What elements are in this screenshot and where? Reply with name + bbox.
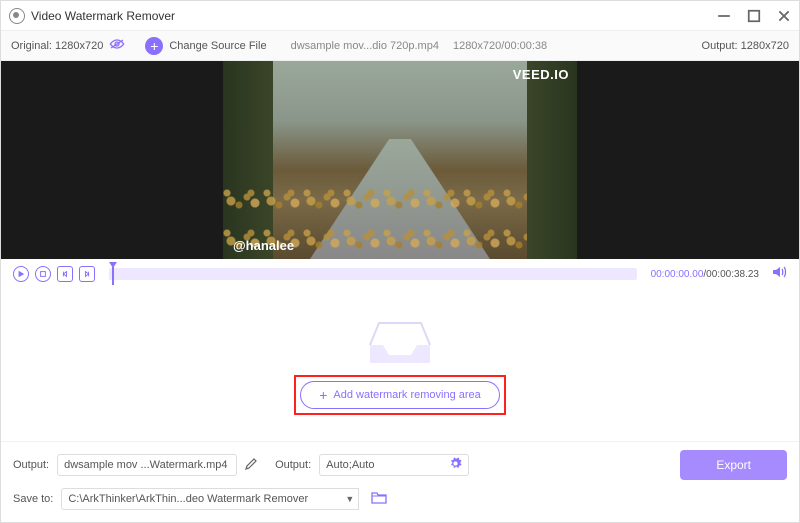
plus-icon: + <box>319 387 327 403</box>
player-controls: 00:00:00.00/00:00:38.23 <box>1 259 799 289</box>
bottom-bar: Output: dwsample mov ...Watermark.mp4 Ou… <box>1 441 799 522</box>
watermark-top: VEED.IO <box>513 67 569 82</box>
time-display: 00:00:00.00/00:00:38.23 <box>651 269 759 280</box>
mark-in-button[interactable] <box>57 266 73 282</box>
output-format-label: Output: <box>275 459 311 471</box>
timeline-scrubber[interactable] <box>109 268 637 280</box>
current-time: 00:00:00.00 <box>651 269 704 280</box>
output-format-field[interactable]: Auto;Auto <box>319 454 469 476</box>
stop-button[interactable] <box>35 266 51 282</box>
format-settings-icon[interactable] <box>449 457 462 473</box>
app-title: Video Watermark Remover <box>31 9 175 23</box>
source-dimensions-duration: 1280x720/00:00:38 <box>453 40 547 52</box>
output-format-value: Auto;Auto <box>326 459 374 471</box>
top-toolbar: Original: 1280x720 + Change Source File … <box>1 31 799 61</box>
export-button[interactable]: Export <box>680 450 787 480</box>
open-folder-icon[interactable] <box>371 491 387 507</box>
edit-filename-icon[interactable] <box>245 458 257 473</box>
video-preview[interactable]: VEED.IO @hanalee <box>1 61 799 259</box>
maximize-button[interactable] <box>747 9 761 23</box>
mark-out-button[interactable] <box>79 266 95 282</box>
watermark-areas-panel: + Add watermark removing area <box>1 289 799 441</box>
minimize-button[interactable] <box>717 9 731 23</box>
add-watermark-area-label: Add watermark removing area <box>333 389 480 401</box>
saveto-label: Save to: <box>13 493 53 505</box>
preview-toggle-icon[interactable] <box>109 38 125 53</box>
titlebar: Video Watermark Remover <box>1 1 799 31</box>
watermark-bottom: @hanalee <box>233 238 294 253</box>
saveto-dropdown-icon[interactable]: ▼ <box>341 488 359 510</box>
video-frame: VEED.IO @hanalee <box>223 61 577 259</box>
close-button[interactable] <box>777 9 791 23</box>
add-source-button[interactable]: + <box>145 37 163 55</box>
change-source-link[interactable]: Change Source File <box>169 40 266 52</box>
output-filename-label: Output: <box>13 459 49 471</box>
original-dimensions: Original: 1280x720 <box>11 40 103 52</box>
add-watermark-area-button[interactable]: + Add watermark removing area <box>300 381 500 409</box>
tray-icon <box>365 315 435 365</box>
playhead-icon[interactable] <box>109 262 117 286</box>
volume-icon[interactable] <box>771 265 787 284</box>
app-icon <box>9 8 25 24</box>
source-filename: dwsample mov...dio 720p.mp4 <box>291 40 439 52</box>
play-button[interactable] <box>13 266 29 282</box>
highlight-box: + Add watermark removing area <box>294 375 506 415</box>
output-filename-field[interactable]: dwsample mov ...Watermark.mp4 <box>57 454 237 476</box>
total-time: /00:00:38.23 <box>703 269 759 280</box>
output-dimensions: Output: 1280x720 <box>702 40 789 52</box>
saveto-path-field[interactable]: C:\ArkThinker\ArkThin...deo Watermark Re… <box>61 488 341 510</box>
